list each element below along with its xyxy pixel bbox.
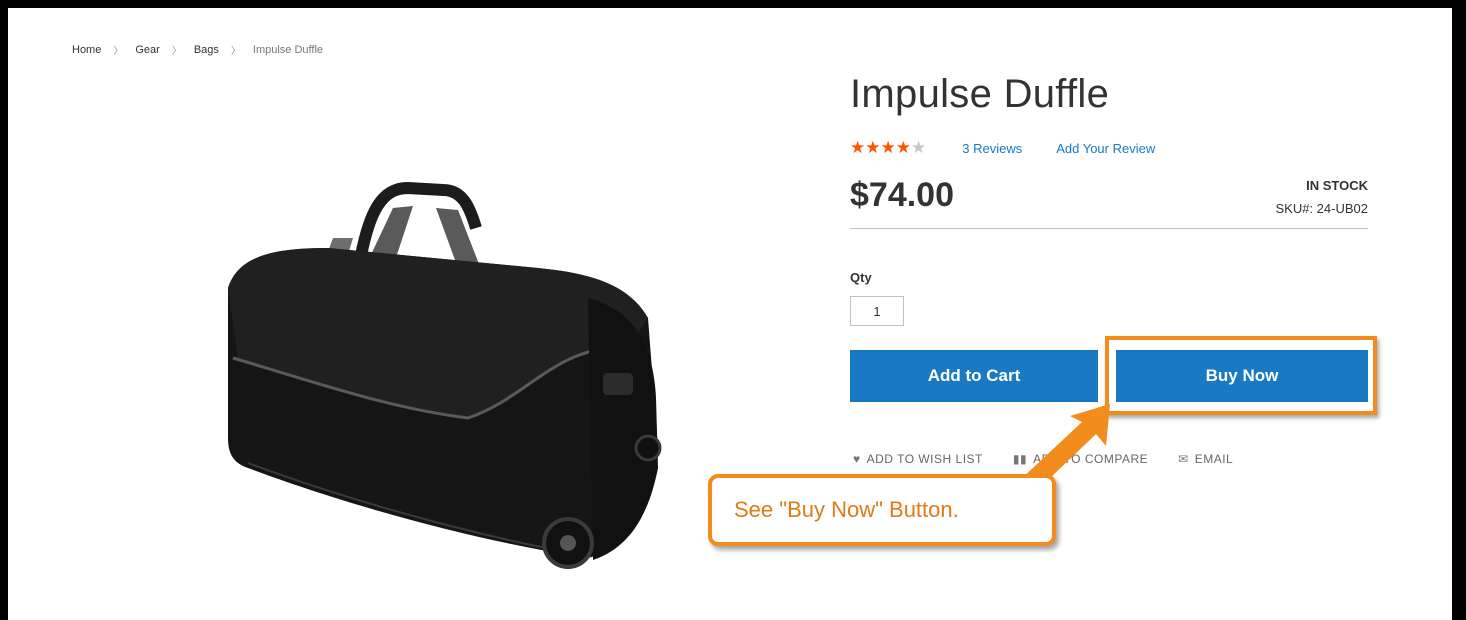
wishlist-label: ADD TO WISH LIST xyxy=(866,452,983,466)
envelope-icon: ✉ xyxy=(1178,452,1189,466)
product-actions: ♥ ADD TO WISH LIST ▮▮ ADD TO COMPARE ✉ E… xyxy=(853,452,1263,466)
email-link[interactable]: ✉ EMAIL xyxy=(1178,452,1233,466)
compare-label: ADD TO COMPARE xyxy=(1033,452,1149,466)
breadcrumb-bags[interactable]: Bags xyxy=(194,44,219,56)
star-empty-icon: ★ xyxy=(911,138,927,157)
breadcrumb-separator: 〉 xyxy=(113,46,124,57)
page-frame: Home 〉 Gear 〉 Bags 〉 Impulse Duffle Impu… xyxy=(8,8,1452,620)
stock-status: IN STOCK xyxy=(1306,178,1368,193)
product-sku: SKU#: 24-UB02 xyxy=(1275,201,1369,216)
star-icon: ★ xyxy=(850,138,866,157)
buy-now-highlight xyxy=(1105,336,1377,415)
email-label: EMAIL xyxy=(1194,452,1234,466)
add-to-wishlist-link[interactable]: ♥ ADD TO WISH LIST xyxy=(853,452,983,466)
breadcrumb-gear[interactable]: Gear xyxy=(135,44,159,56)
divider xyxy=(850,228,1368,229)
annotation-callout: See "Buy Now" Button. xyxy=(708,474,1056,546)
breadcrumb-separator: 〉 xyxy=(171,46,182,57)
qty-input[interactable] xyxy=(850,296,904,326)
product-price: $74.00 xyxy=(850,176,954,214)
compare-icon: ▮▮ xyxy=(1012,452,1028,466)
star-icon: ★ xyxy=(895,138,911,157)
add-to-compare-link[interactable]: ▮▮ ADD TO COMPARE xyxy=(1013,452,1148,466)
add-to-cart-button[interactable]: Add to Cart xyxy=(850,350,1098,402)
rating-stars: ★ ★ ★ ★ ★ xyxy=(850,138,926,158)
product-image[interactable] xyxy=(208,168,678,578)
breadcrumb-home[interactable]: Home xyxy=(72,44,101,56)
add-review-link[interactable]: Add Your Review xyxy=(1056,141,1155,156)
breadcrumb-current: Impulse Duffle xyxy=(252,43,323,56)
breadcrumb-separator: 〉 xyxy=(230,46,241,57)
reviews-link[interactable]: 3 Reviews xyxy=(962,141,1022,156)
star-icon: ★ xyxy=(880,138,896,157)
star-icon: ★ xyxy=(865,138,881,157)
rating-row: ★ ★ ★ ★ ★ 3 Reviews Add Your Review xyxy=(850,138,1155,158)
product-title: Impulse Duffle xyxy=(850,72,1110,116)
heart-icon: ♥ xyxy=(853,452,861,466)
qty-label: Qty xyxy=(850,270,872,285)
breadcrumb: Home 〉 Gear 〉 Bags 〉 Impulse Duffle xyxy=(72,42,323,58)
